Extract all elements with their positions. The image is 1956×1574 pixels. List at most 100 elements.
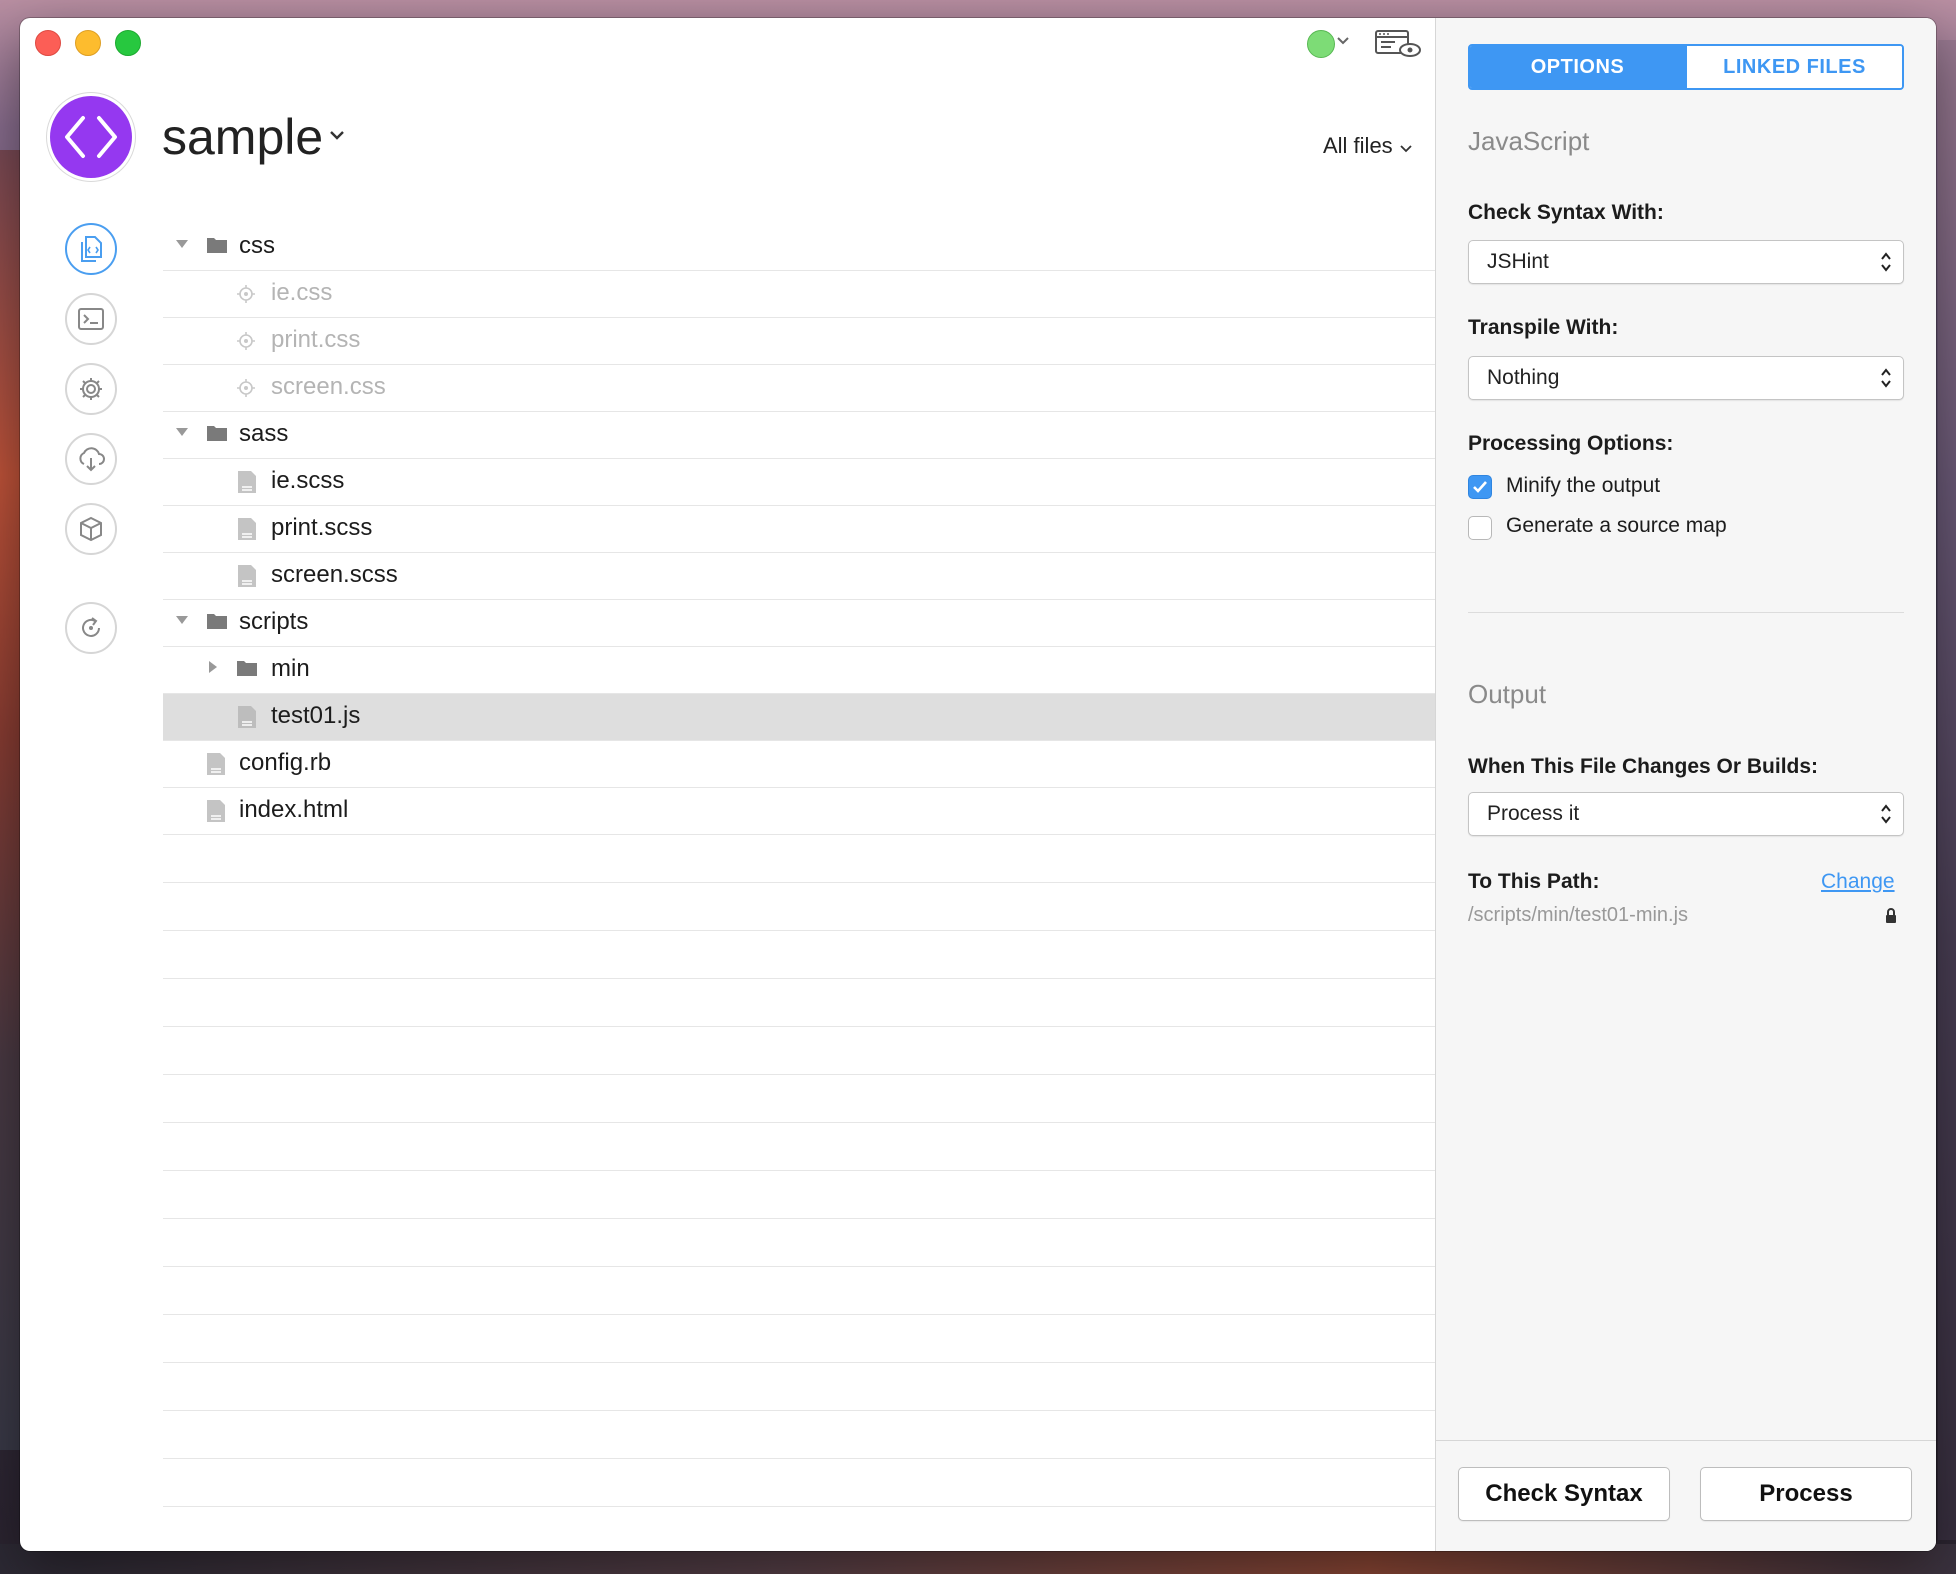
disclosure-open-icon[interactable] <box>175 238 189 250</box>
file-row-print-css[interactable]: print.css <box>163 318 1435 365</box>
folder-icon <box>237 661 257 676</box>
check-syntax-value: JSHint <box>1487 250 1549 273</box>
refresh-icon[interactable] <box>65 602 117 654</box>
zoom-window-button[interactable] <box>115 30 141 56</box>
target-icon <box>237 379 255 397</box>
panel-tab-control: OPTIONS LINKED FILES <box>1468 44 1904 90</box>
minify-checkbox[interactable] <box>1468 475 1492 499</box>
panel-footer: Check Syntax Process <box>1436 1440 1936 1551</box>
tab-options[interactable]: OPTIONS <box>1470 46 1685 88</box>
browser-preview-icon[interactable] <box>1375 29 1421 59</box>
file-icon <box>238 706 256 728</box>
disclosure-open-icon[interactable] <box>175 614 189 626</box>
chevron-down-icon <box>1400 145 1412 153</box>
empty-row <box>163 1171 1435 1219</box>
when-changes-select[interactable]: Process it <box>1468 792 1904 836</box>
transpile-value: Nothing <box>1487 366 1560 389</box>
empty-row <box>163 1219 1435 1267</box>
minimize-window-button[interactable] <box>75 30 101 56</box>
file-row-ie-css[interactable]: ie.css <box>163 271 1435 318</box>
status-dot-icon[interactable] <box>1307 30 1335 58</box>
inspector-panel: OPTIONS LINKED FILES JavaScript Check Sy… <box>1435 18 1936 1551</box>
file-label: test01.js <box>271 702 361 729</box>
minify-label[interactable]: Minify the output <box>1506 474 1660 498</box>
updown-arrows-icon <box>1881 804 1891 824</box>
source-map-checkbox[interactable] <box>1468 516 1492 540</box>
empty-row <box>163 835 1435 883</box>
empty-row <box>163 883 1435 931</box>
file-label: print.css <box>271 326 361 353</box>
output-heading: Output <box>1468 679 1547 709</box>
file-row-sass[interactable]: sass <box>163 412 1435 459</box>
source-map-label[interactable]: Generate a source map <box>1506 514 1727 538</box>
project-logo-icon[interactable] <box>50 96 132 178</box>
file-label: sass <box>239 420 289 447</box>
box-icon[interactable] <box>65 503 117 555</box>
file-row-screen-css[interactable]: screen.css <box>163 365 1435 412</box>
file-label: screen.css <box>271 373 386 400</box>
change-path-link[interactable]: Change <box>1821 870 1895 894</box>
file-row-ie-scss[interactable]: ie.scss <box>163 459 1435 506</box>
transpile-label: Transpile With: <box>1468 316 1619 339</box>
when-changes-label: When This File Changes Or Builds: <box>1468 755 1819 778</box>
file-icon <box>238 518 256 540</box>
project-title[interactable]: sample <box>162 108 323 166</box>
lock-icon[interactable] <box>1884 907 1898 925</box>
file-filter-dropdown[interactable]: All files <box>1323 133 1413 159</box>
empty-row <box>163 931 1435 979</box>
file-label: index.html <box>239 796 349 823</box>
file-tree: css ie.css print.css screen.css sass ie.… <box>163 224 1435 1507</box>
target-icon <box>237 332 255 350</box>
file-row-config-rb[interactable]: config.rb <box>163 741 1435 788</box>
close-window-button[interactable] <box>35 30 61 56</box>
empty-row <box>163 1459 1435 1507</box>
output-path-value: /scripts/min/test01-min.js <box>1468 904 1689 926</box>
checkmark-icon <box>1473 481 1487 493</box>
file-row-min[interactable]: min <box>163 647 1435 694</box>
terminal-icon[interactable] <box>65 293 117 345</box>
folder-icon <box>207 238 227 253</box>
file-label: scripts <box>239 608 309 635</box>
empty-row <box>163 1123 1435 1171</box>
cloud-download-icon[interactable] <box>65 433 117 485</box>
tab-linked-files[interactable]: LINKED FILES <box>1685 46 1902 88</box>
files-icon[interactable] <box>65 223 117 275</box>
check-syntax-select[interactable]: JSHint <box>1468 240 1904 284</box>
file-icon <box>207 800 225 822</box>
empty-row <box>163 1075 1435 1123</box>
file-label: css <box>239 232 275 259</box>
transpile-select[interactable]: Nothing <box>1468 356 1904 400</box>
file-label: ie.css <box>271 279 333 306</box>
file-row-index-html[interactable]: index.html <box>163 788 1435 835</box>
file-label: ie.scss <box>271 467 345 494</box>
empty-row <box>163 1267 1435 1315</box>
check-syntax-button[interactable]: Check Syntax <box>1458 1467 1670 1521</box>
empty-row <box>163 1315 1435 1363</box>
disclosure-closed-icon[interactable] <box>207 660 219 674</box>
file-label: min <box>271 655 310 682</box>
chevron-down-icon[interactable] <box>328 128 346 146</box>
folder-icon <box>207 614 227 629</box>
process-button[interactable]: Process <box>1700 1467 1912 1521</box>
disclosure-open-icon[interactable] <box>175 426 189 438</box>
when-changes-value: Process it <box>1487 802 1580 825</box>
language-heading: JavaScript <box>1468 126 1590 156</box>
panel-divider <box>1468 612 1904 613</box>
empty-row <box>163 1363 1435 1411</box>
file-icon <box>238 565 256 587</box>
empty-row <box>163 979 1435 1027</box>
file-row-test01-js[interactable]: test01.js <box>163 694 1435 741</box>
file-row-scripts[interactable]: scripts <box>163 600 1435 647</box>
file-row-screen-scss[interactable]: screen.scss <box>163 553 1435 600</box>
file-label: print.scss <box>271 514 373 541</box>
file-row-css[interactable]: css <box>163 224 1435 271</box>
chevron-down-icon[interactable] <box>1336 30 1350 51</box>
processing-options-label: Processing Options: <box>1468 432 1674 455</box>
file-row-print-scss[interactable]: print.scss <box>163 506 1435 553</box>
file-icon <box>238 471 256 493</box>
desktop-wallpaper-right <box>1938 40 1956 1540</box>
gear-icon[interactable] <box>65 363 117 415</box>
file-label: screen.scss <box>271 561 398 588</box>
check-syntax-label: Check Syntax With: <box>1468 201 1664 224</box>
empty-row <box>163 1027 1435 1075</box>
